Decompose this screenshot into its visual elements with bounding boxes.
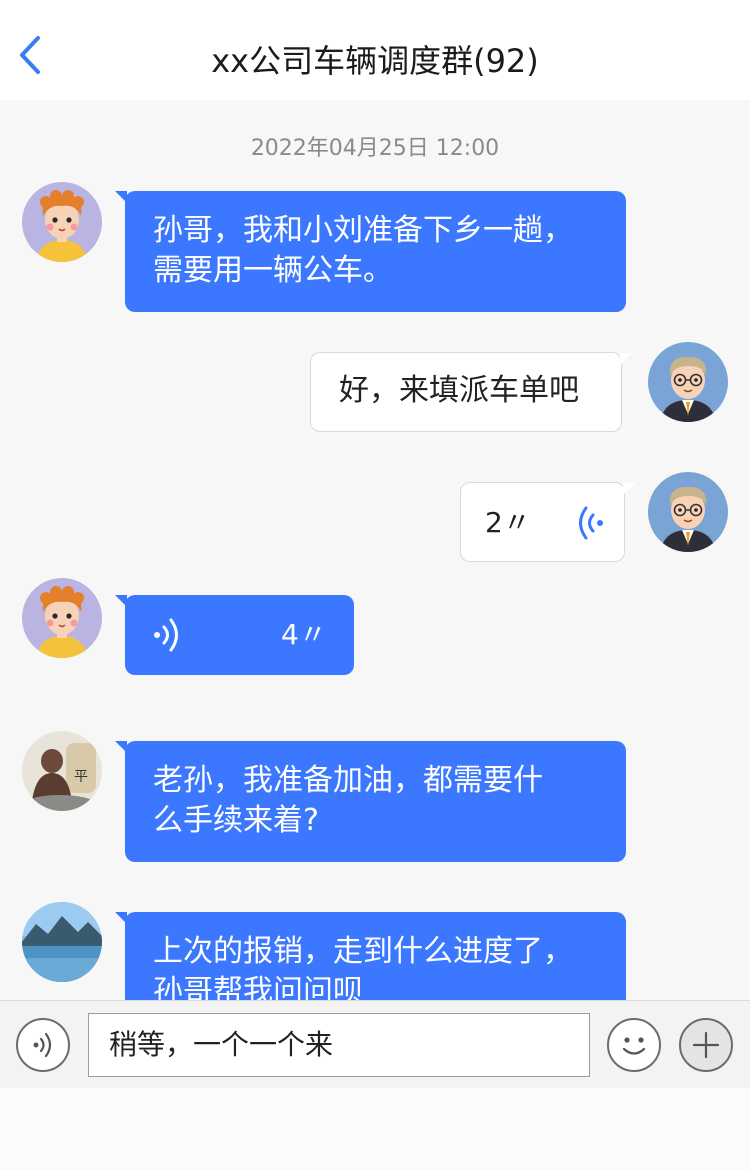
avatar-self[interactable] [648,342,728,422]
voice-icon [579,506,603,540]
message-text: 孙哥，我和小刘准备下乡一趟， [153,213,573,248]
avatar-landscape[interactable] [22,902,102,982]
message-text: 需要用一辆公车。 [153,253,393,288]
message-bubble[interactable]: 上次的报销，走到什么进度了， 孙哥帮我问问呗 [115,912,626,1000]
voice-icon [33,1032,52,1058]
voice-icon [154,618,178,652]
avatar-xiaoliu[interactable] [22,182,102,262]
message-text: 么手续来着? [153,803,319,838]
avatar-self[interactable] [648,472,728,552]
message-text: 上次的报销，走到什么进度了， [153,934,573,969]
svg-text:平: 平 [74,769,88,785]
message-timestamp: 2022年04月25日 12:00 [250,136,500,161]
voice-duration: 4〃 [281,618,327,651]
input-bar: 稍等，一个一个来 [0,1000,750,1088]
voice-message-bubble[interactable]: 2〃 [460,482,635,562]
message-text: 好，来填派车单吧 [339,373,579,408]
message-bubble[interactable]: 老孙，我准备加油，都需要什 么手续来着? [115,741,626,862]
more-button[interactable] [679,1018,733,1072]
voice-toggle-button[interactable] [16,1018,70,1072]
chat-area[interactable]: 2022年04月25日 12:00 孙哥，我和小刘准备下乡一趟， 需要用一辆公车… [0,100,750,1000]
avatar-xiaoliu[interactable] [22,578,102,658]
message-bubble[interactable]: 孙哥，我和小刘准备下乡一趟， 需要用一辆公车。 [115,191,626,312]
voice-message-bubble[interactable]: 4〃 [115,595,354,675]
message-text: 孙哥帮我问问呗 [153,974,363,1000]
message-bubble[interactable]: 好，来填派车单吧 [310,352,632,432]
emoji-icon [622,1037,646,1055]
bottom-safe-area [0,1088,750,1170]
emoji-button[interactable] [607,1018,661,1072]
message-text: 老孙，我准备加油，都需要什 [153,763,543,798]
avatar-laosun[interactable]: 平 [22,731,102,811]
message-input[interactable]: 稍等，一个一个来 [88,1013,590,1077]
plus-icon [692,1031,720,1059]
voice-duration: 2〃 [485,506,531,539]
nav-header: xx公司车辆调度群(92) [0,0,750,100]
page-title: xx公司车辆调度群(92) [211,42,539,80]
